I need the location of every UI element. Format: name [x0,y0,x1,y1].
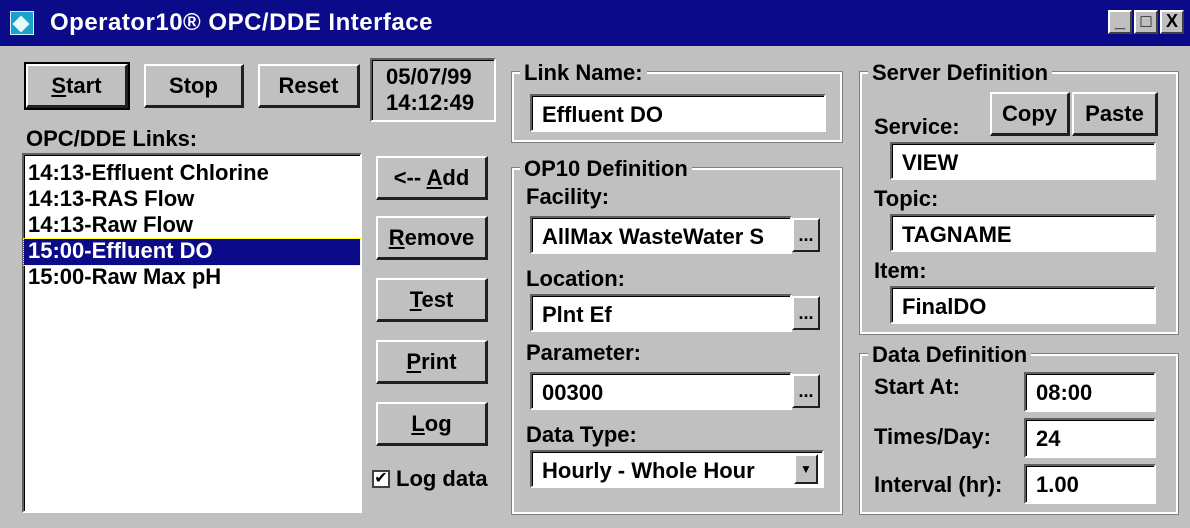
service-field[interactable]: VIEW [890,142,1156,180]
list-item[interactable]: 15:00-Raw Max pH [24,265,360,291]
link-name-field[interactable]: Effluent DO [530,94,826,132]
links-listbox[interactable]: 14:13-Effluent Chlorine 14:13-RAS Flow 1… [22,153,362,513]
data-type-value: Hourly - Whole Hour [542,458,755,483]
stop-button[interactable]: Stop [144,64,244,108]
times-per-day-field[interactable]: 24 [1024,418,1156,458]
facility-browse-button[interactable]: ... [792,218,820,252]
print-button-label: Print [406,348,457,374]
data-type-label: Data Type: [526,422,637,447]
log-data-checkbox[interactable]: ✔ [372,470,390,488]
log-data-label: Log data [396,466,488,491]
parameter-label: Parameter: [526,340,641,365]
maximize-icon[interactable]: □ [1134,10,1158,34]
location-browse-button[interactable]: ... [792,296,820,330]
clock-display: 05/07/99 14:12:49 [370,58,496,122]
start-at-label: Start At: [874,374,960,399]
links-label: OPC/DDE Links: [26,126,198,151]
service-label: Service: [874,114,960,139]
chevron-down-icon[interactable]: ▼ [794,454,818,484]
start-button[interactable]: Start [24,62,130,110]
facility-field[interactable]: AllMax WasteWater S [530,216,792,254]
close-icon[interactable]: X [1160,10,1184,34]
clock-date: 05/07/99 [386,64,472,89]
item-label: Item: [874,258,927,283]
interval-label: Interval (hr): [874,472,1003,497]
copy-button[interactable]: Copy [990,92,1070,136]
reset-button[interactable]: Reset [258,64,360,108]
times-per-day-label: Times/Day: [874,424,991,449]
clock-time: 14:12:49 [386,90,475,115]
print-button[interactable]: Print [376,340,488,384]
list-item[interactable]: 14:13-Effluent Chlorine [24,161,360,187]
start-at-field[interactable]: 08:00 [1024,372,1156,412]
topic-label: Topic: [874,186,939,211]
list-item-selected[interactable]: 15:00-Effluent DO [23,238,361,266]
paste-button[interactable]: Paste [1072,92,1158,136]
test-button-label: Test [409,286,454,312]
data-type-select[interactable]: Hourly - Whole Hour [530,450,824,488]
parameter-browse-button[interactable]: ... [792,374,820,408]
list-item[interactable]: 14:13-RAS Flow [24,187,360,213]
remove-button-label: Remove [388,224,475,250]
app-icon[interactable] [10,11,34,35]
window-title: Operator10® OPC/DDE Interface [50,9,433,36]
log-button-label: Log [411,410,452,436]
facility-label: Facility: [526,184,610,209]
item-field[interactable]: FinalDO [890,286,1156,324]
topic-field[interactable]: TAGNAME [890,214,1156,252]
op10-definition-title: OP10 Definition [520,156,692,182]
log-button[interactable]: Log [376,402,488,446]
data-definition-title: Data Definition [868,342,1032,368]
minimize-icon[interactable]: _ [1108,10,1132,34]
location-field[interactable]: Plnt Ef [530,294,792,332]
test-button[interactable]: Test [376,278,488,322]
add-button-label: <-- Add [393,164,470,190]
link-name-title: Link Name: [520,60,647,86]
interval-field[interactable]: 1.00 [1024,464,1156,504]
parameter-field[interactable]: 00300 [530,372,792,410]
title-bar[interactable]: Operator10® OPC/DDE Interface _ □ X [0,0,1190,46]
server-definition-title: Server Definition [868,60,1053,86]
add-button[interactable]: <-- Add [376,156,488,200]
remove-button[interactable]: Remove [376,216,488,260]
start-button-label: Start [51,72,102,98]
location-label: Location: [526,266,625,291]
opc-dde-window: Operator10® OPC/DDE Interface _ □ X Star… [0,0,1190,528]
list-item[interactable]: 14:13-Raw Flow [24,213,360,239]
